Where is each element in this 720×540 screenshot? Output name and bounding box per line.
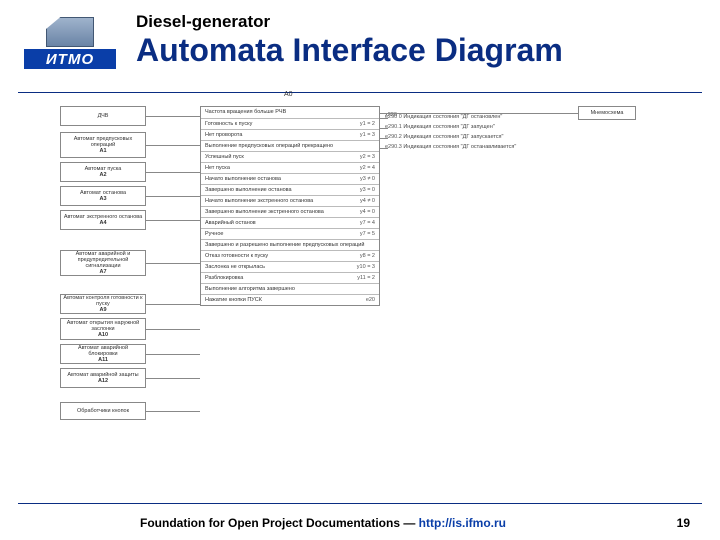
wire: [380, 113, 578, 114]
wire: [380, 118, 388, 119]
left-block: Автомат открытия наружной заслонкиA10: [60, 318, 146, 340]
row-signal: y1 = 2: [360, 121, 375, 127]
left-block: ДЧВ: [60, 106, 146, 126]
a0-row: Заслонка не открылась y10 = 3: [201, 261, 379, 272]
row-label: Завершено выполнение останова: [205, 187, 292, 193]
left-block: Автомат пускаA2: [60, 162, 146, 182]
a0-row: Нет проворота y1 = 3: [201, 129, 379, 140]
left-block: Автомат предпусковых операцийA1: [60, 132, 146, 158]
a0-row: Ручное y7 = 5: [201, 228, 379, 239]
logo-building-icon: [46, 17, 94, 47]
a0-row: Завершено и разрешено выполнение предпус…: [201, 239, 379, 250]
a0-label: A0: [284, 91, 293, 98]
row-label: Аварийный останов: [205, 220, 256, 226]
wire: [146, 220, 200, 221]
row-label: Нет проворота: [205, 132, 242, 138]
row-label: Частота вращения больше РЧВ: [205, 109, 286, 116]
row-label: Успешный пуск: [205, 154, 244, 160]
left-block: Автомат аварийной блокировкиA11: [60, 344, 146, 364]
output-label: e290 0 Индикация состояния "ДГ остановле…: [385, 114, 502, 120]
divider-bottom: [18, 503, 702, 504]
a0-row: Выполнение алгоритма завершено: [201, 283, 379, 294]
a0-row: Аварийный останов y7 = 4: [201, 217, 379, 228]
wire: [146, 378, 200, 379]
row-signal: y11 = 2: [357, 275, 375, 281]
title-block: Diesel-generator Automata Interface Diag…: [136, 8, 720, 68]
page-title: Automata Interface Diagram: [136, 34, 720, 68]
output-label: e290.2 Индикация состояния "ДГ запускает…: [385, 134, 503, 140]
row-label: Готовность к пуску: [205, 121, 252, 127]
row-label: Выполнение алгоритма завершено: [205, 286, 295, 292]
row-signal: y10 = 3: [357, 264, 375, 270]
left-block: Автомат экстренного остановаA4: [60, 210, 146, 230]
logo: ИТМО: [14, 8, 126, 78]
a0-row: Нет пуска y2 = 4: [201, 162, 379, 173]
a0-row: Нажатие кнопки ПУСК e20: [201, 294, 379, 305]
header: ИТМО Diesel-generator Automata Interface…: [0, 0, 720, 78]
output-label: e290.1 Индикация состояния "ДГ запущен": [385, 124, 495, 130]
diagram: A0 ДЧВАвтомат предпусковых операцийA1Авт…: [60, 100, 680, 480]
wire: [146, 411, 200, 412]
a0-row: Разблокировка y11 = 2: [201, 272, 379, 283]
left-block: Автомат контроля готовности к пускуA9: [60, 294, 146, 314]
a0-row: Выполнение предпусковых операций прекращ…: [201, 140, 379, 151]
row-signal: y4 ≠ 0: [360, 198, 375, 204]
wire: [380, 128, 388, 129]
footer-text: Foundation for Open Project Documentatio…: [140, 516, 506, 530]
a0-row: Частота вращения больше РЧВ: [201, 107, 379, 118]
row-signal: y2 = 3: [360, 154, 375, 160]
wire: [146, 263, 200, 264]
row-label: Завершено и разрешено выполнение предпус…: [205, 242, 364, 248]
left-block: Автомат остановаA3: [60, 186, 146, 206]
row-signal: y1 = 3: [360, 132, 375, 138]
wire: [146, 145, 200, 146]
footer-url: http://is.ifmo.ru: [419, 516, 506, 530]
a0-row: Начато выполнение останова y3 ≠ 0: [201, 173, 379, 184]
left-block: Обработчики кнопок: [60, 402, 146, 420]
row-label: Начато выполнение останова: [205, 176, 281, 182]
a0-row: Успешный пуск y2 = 3: [201, 151, 379, 162]
row-label: Разблокировка: [205, 275, 243, 281]
left-block: Автомат аварийной и предупредительной си…: [60, 250, 146, 276]
footer: Foundation for Open Project Documentatio…: [0, 516, 720, 530]
row-signal: y7 = 5: [360, 231, 375, 237]
row-label: Нажатие кнопки ПУСК: [205, 297, 262, 303]
divider-top: [18, 92, 702, 93]
wire: [146, 172, 200, 173]
a0-row: Завершено выполнение останова y3 = 0: [201, 184, 379, 195]
row-label: Ручное: [205, 231, 223, 237]
wire: [146, 196, 200, 197]
a0-row: Начато выполнение экстренного останова y4…: [201, 195, 379, 206]
wire: [146, 354, 200, 355]
page-number: 19: [677, 516, 690, 530]
a0-row: Завершено выполнение экстренного останов…: [201, 206, 379, 217]
row-label: Начато выполнение экстренного останова: [205, 198, 313, 204]
row-signal: y3 = 0: [360, 187, 375, 193]
row-signal: y3 ≠ 0: [360, 176, 375, 182]
row-label: Завершено выполнение экстренного останов…: [205, 209, 324, 215]
row-signal: y4 = 0: [360, 209, 375, 215]
wire: [380, 148, 388, 149]
a0-row: Отказ готовности к пуску y8 = 2: [201, 250, 379, 261]
row-label: Нет пуска: [205, 165, 230, 171]
pretitle: Diesel-generator: [136, 12, 720, 32]
row-signal: y7 = 4: [360, 220, 375, 226]
a0-block: Частота вращения больше РЧВ Готовность к …: [200, 106, 380, 306]
output-label: e290.3 Индикация состояния "ДГ останавли…: [385, 144, 516, 150]
wire: [146, 304, 200, 305]
wire: [380, 138, 388, 139]
row-label: Выполнение предпусковых операций прекращ…: [205, 143, 333, 149]
footer-prefix: Foundation for Open Project Documentatio…: [140, 516, 419, 530]
a0-row: Готовность к пуску y1 = 2: [201, 118, 379, 129]
left-block: Автомат аварийной защитыA12: [60, 368, 146, 388]
row-signal: y2 = 4: [360, 165, 375, 171]
row-label: Заслонка не открылась: [205, 264, 265, 270]
mnemoscheme-box: Мнемосхема: [578, 106, 636, 120]
wire: [146, 116, 200, 117]
row-signal: e20: [366, 297, 375, 303]
row-signal: y8 = 2: [360, 253, 375, 259]
wire: [146, 329, 200, 330]
logo-text: ИТМО: [24, 49, 116, 69]
row-label: Отказ готовности к пуску: [205, 253, 268, 259]
